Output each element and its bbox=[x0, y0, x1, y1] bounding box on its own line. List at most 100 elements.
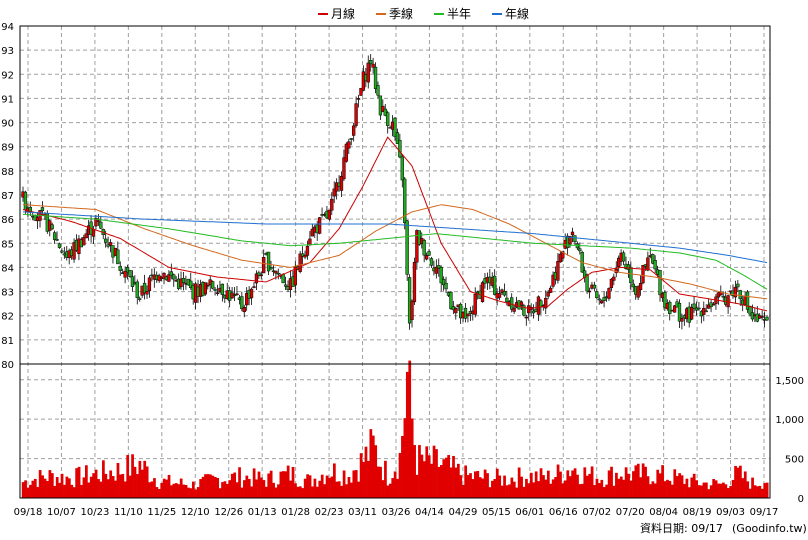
candle-body bbox=[641, 264, 645, 284]
volume-bar bbox=[656, 469, 660, 498]
volume-bar bbox=[653, 483, 657, 498]
date-tick-label: 09/03 bbox=[716, 507, 745, 518]
volume-bar bbox=[123, 481, 127, 498]
volume-bar bbox=[379, 466, 382, 498]
volume-bar bbox=[398, 452, 402, 498]
volume-bar bbox=[43, 478, 47, 498]
candle-body bbox=[505, 297, 509, 303]
volume-bar bbox=[82, 477, 86, 498]
candle-body bbox=[738, 290, 742, 300]
candle-body bbox=[118, 265, 122, 271]
candle-body bbox=[653, 260, 657, 270]
volume-bar bbox=[734, 465, 737, 498]
candle-body bbox=[386, 112, 390, 126]
volume-bar bbox=[114, 480, 117, 498]
volume-bar bbox=[435, 449, 438, 498]
volume-bar bbox=[566, 470, 570, 498]
date-tick-label: 11/10 bbox=[114, 507, 143, 518]
volume-bar bbox=[461, 484, 465, 498]
candle-body bbox=[138, 298, 142, 300]
volume-bar bbox=[29, 484, 32, 498]
volume-bar bbox=[364, 446, 368, 498]
volume-bar bbox=[70, 484, 74, 498]
date-tick-label: 04/14 bbox=[415, 507, 444, 518]
volume-bar bbox=[133, 466, 137, 498]
candle-body bbox=[371, 63, 375, 68]
volume-bar bbox=[454, 467, 458, 498]
candle-body bbox=[327, 209, 332, 220]
volume-bar bbox=[340, 485, 344, 498]
volume-bar bbox=[269, 470, 273, 498]
candle-body bbox=[130, 276, 135, 287]
volume-bar bbox=[427, 455, 431, 498]
volume-bar bbox=[634, 465, 638, 498]
volume-bar bbox=[418, 445, 421, 498]
volume-bar bbox=[705, 482, 708, 498]
volume-bar bbox=[337, 481, 341, 498]
candle-body bbox=[600, 300, 604, 304]
candle-body bbox=[444, 282, 448, 290]
candle-body bbox=[172, 274, 176, 280]
candle-body bbox=[262, 257, 266, 274]
candle-body bbox=[502, 291, 507, 296]
volume-bar bbox=[585, 475, 589, 498]
volume-bar bbox=[581, 483, 584, 498]
volume-bar bbox=[697, 485, 701, 498]
volume-bar bbox=[683, 483, 686, 498]
candle-body bbox=[330, 198, 334, 211]
volume-bar bbox=[525, 478, 528, 498]
candle-body bbox=[405, 220, 409, 275]
volume-tick-label: 1,000 bbox=[775, 415, 804, 426]
volume-bar bbox=[517, 467, 521, 498]
volume-bar bbox=[651, 481, 655, 498]
volume-bar bbox=[196, 487, 200, 498]
date-tick-label: 11/25 bbox=[147, 507, 176, 518]
volume-bar bbox=[459, 475, 463, 498]
volume-bar bbox=[658, 473, 662, 498]
volume-bar bbox=[119, 474, 122, 498]
candle-body bbox=[629, 267, 633, 284]
volume-bar bbox=[63, 484, 66, 498]
volume-bar bbox=[374, 445, 378, 498]
candle-body bbox=[597, 298, 601, 301]
volume-bar bbox=[111, 476, 115, 498]
volume-bar bbox=[748, 488, 752, 498]
volume-bar bbox=[430, 463, 433, 498]
volume-bar bbox=[216, 477, 220, 498]
volume-bar bbox=[471, 479, 475, 498]
volume-bar bbox=[247, 478, 251, 498]
volume-bar bbox=[384, 460, 387, 498]
volume-bar bbox=[77, 466, 81, 498]
candle-body bbox=[349, 138, 353, 140]
volume-bar bbox=[442, 459, 446, 498]
volume-bar bbox=[661, 465, 664, 498]
candle-body bbox=[578, 248, 582, 252]
price-tick-label: 93 bbox=[1, 46, 14, 57]
volume-bar bbox=[537, 481, 540, 498]
volume-bar bbox=[617, 478, 621, 498]
candle-body bbox=[512, 307, 516, 312]
date-tick-label: 12/10 bbox=[181, 507, 210, 518]
volume-bar bbox=[393, 471, 397, 498]
candle-body bbox=[283, 284, 288, 287]
candle-body bbox=[108, 242, 113, 246]
date-tick-label: 10/07 bbox=[47, 507, 76, 518]
volume-bar bbox=[457, 463, 460, 498]
candle-body bbox=[259, 274, 263, 277]
volume-bar bbox=[612, 485, 616, 498]
volume-bar bbox=[491, 480, 494, 498]
date-tick-label: 10/23 bbox=[80, 507, 109, 518]
candle-body bbox=[692, 303, 696, 309]
candle-body bbox=[50, 224, 54, 230]
date-tick-label: 08/04 bbox=[649, 507, 678, 518]
candle-body bbox=[211, 281, 215, 289]
candle-body bbox=[466, 313, 470, 317]
candle-body bbox=[607, 288, 611, 299]
volume-bar bbox=[347, 476, 351, 498]
price-tick-label: 82 bbox=[1, 312, 14, 323]
volume-bar bbox=[593, 485, 596, 498]
volume-bar bbox=[464, 465, 468, 498]
volume-bar bbox=[165, 479, 168, 498]
volume-bar bbox=[191, 481, 195, 498]
volume-bar bbox=[31, 480, 35, 498]
